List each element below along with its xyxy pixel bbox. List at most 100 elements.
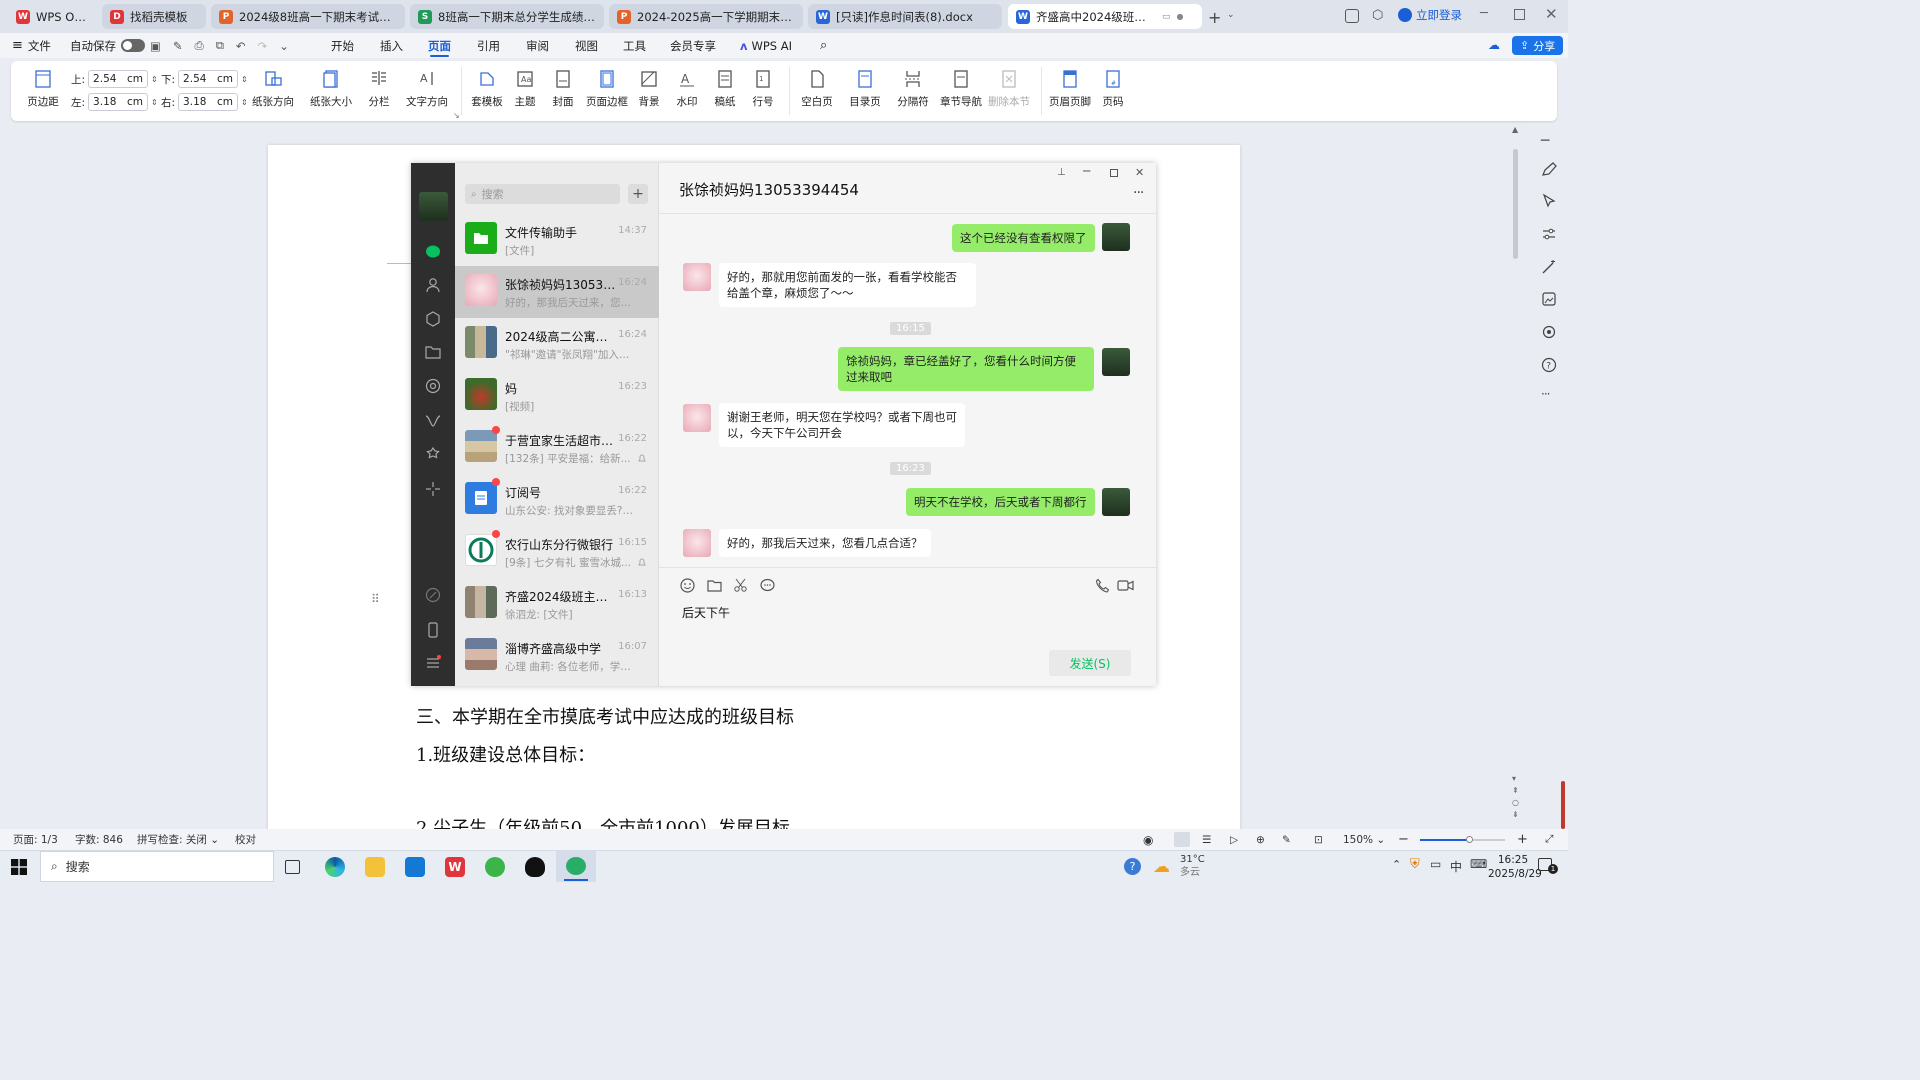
page-border-button[interactable]: 页面边框 (583, 69, 631, 115)
menu-view[interactable]: 视图 (575, 33, 598, 58)
zoom-in-icon[interactable]: + (1517, 832, 1528, 847)
conversation-item[interactable]: 于营宜家生活超市优惠群 16:22 [132条] 平安是福：给新... (455, 422, 659, 474)
contact-avatar[interactable] (683, 529, 711, 557)
conversation-item[interactable]: 订阅号 16:22 山东公安: 找对象要显丢? 基... (455, 474, 659, 526)
text-direction-button[interactable]: A 文字方向 (403, 69, 451, 115)
menu-page[interactable]: 页面 (428, 33, 451, 58)
my-avatar[interactable] (1102, 488, 1130, 516)
link-icon[interactable] (425, 587, 441, 603)
my-avatar[interactable] (1102, 223, 1130, 251)
tray-shield-icon[interactable]: ⛨ (1410, 857, 1420, 872)
close-icon[interactable]: ✕ (1545, 5, 1558, 23)
more-icon[interactable]: ··· (1541, 387, 1557, 403)
tray-chevron-icon[interactable]: ⌃ (1392, 858, 1401, 871)
redo-icon[interactable]: ↷ (258, 39, 268, 53)
select-cursor-icon[interactable] (1541, 193, 1557, 209)
zoom-select[interactable]: 150% ⌄ (1343, 834, 1385, 846)
menu-review[interactable]: 审阅 (526, 33, 549, 58)
outline-view-icon[interactable]: ☰ (1202, 834, 1211, 846)
phone-icon[interactable] (425, 622, 441, 638)
wechat-taskbar-active[interactable] (556, 851, 596, 882)
tab-ppt-analysis[interactable]: P 2024级8班高一下期末考试成绩分析 (211, 4, 405, 29)
margins-button[interactable]: 页边距 (19, 69, 67, 115)
columns-button[interactable]: 分栏 (355, 69, 403, 115)
menu-insert[interactable]: 插入 (380, 33, 403, 58)
send-button[interactable]: 发送(S) (1049, 650, 1131, 676)
pin-icon[interactable]: ⊥ (1057, 167, 1066, 178)
window-mode-icon[interactable] (1345, 9, 1359, 23)
browser-icon[interactable] (485, 857, 505, 877)
channels-icon[interactable] (425, 413, 441, 429)
conversation-item[interactable]: 张馀祯妈妈13053394454 16:24 好的，那我后天过来，您看几点合适？ (455, 266, 659, 318)
windows-start-icon[interactable] (11, 859, 27, 875)
margin-right-input[interactable]: 3.18 cm (178, 93, 239, 111)
ime-mode-icon[interactable]: ⌨ (1470, 857, 1487, 871)
page-nav-icons[interactable]: ▾ ⇞ ○ ⇟ (1512, 773, 1519, 821)
chevron-down-icon[interactable]: ⌄ (1227, 10, 1235, 20)
adjust-icon[interactable] (1541, 226, 1557, 242)
stepper-icon[interactable]: ⇕ (151, 75, 158, 84)
toggle-switch[interactable] (121, 39, 145, 52)
outlook-icon[interactable] (405, 857, 425, 877)
scissors-icon[interactable] (733, 578, 748, 593)
page-count[interactable]: 页面: 1/3 (13, 832, 58, 847)
fit-page-icon[interactable]: ⊡ (1314, 834, 1323, 846)
menu-tools[interactable]: 工具 (623, 33, 646, 58)
web-view-icon[interactable]: ⊕ (1256, 834, 1265, 846)
tab-docx-plan[interactable]: W 齐盛高中2024级班主任工作计 ▭ ● (1008, 4, 1202, 29)
wps-taskbar-icon[interactable]: W (445, 857, 465, 877)
menu-references[interactable]: 引用 (477, 33, 500, 58)
cube-icon[interactable]: ⬡ (1372, 8, 1383, 23)
cloud-upload-icon[interactable]: ☁ (1488, 38, 1500, 52)
minimize-icon[interactable]: ─ (1480, 6, 1488, 21)
margin-bottom-input[interactable]: 2.54 cm (178, 70, 239, 88)
orientation-button[interactable]: 纸张方向 (249, 69, 297, 115)
break-button[interactable]: 分隔符 (889, 69, 937, 115)
folder-icon[interactable] (425, 344, 441, 360)
blank-page-button[interactable]: 空白页 (793, 69, 841, 115)
mini-programs-icon[interactable] (425, 481, 441, 497)
favorites-icon[interactable] (425, 311, 441, 327)
line-number-button[interactable]: 1 行号 (739, 69, 787, 115)
autosave-toggle[interactable]: 自动保存 (70, 33, 145, 58)
format-painter-icon[interactable]: ✎ (173, 39, 183, 53)
search-discover-icon[interactable] (425, 447, 441, 463)
page-view-icon[interactable] (1174, 832, 1190, 847)
emoji-icon[interactable] (680, 578, 695, 593)
share-button[interactable]: ⇪ 分享 (1512, 36, 1564, 55)
tab-wps-office[interactable]: W WPS Office (8, 4, 98, 29)
moments-icon[interactable] (425, 378, 441, 394)
minimize-icon[interactable]: ─ (1083, 164, 1090, 178)
avatar[interactable] (419, 192, 448, 221)
dialog-launcher-icon[interactable]: ↘ (453, 111, 460, 120)
magic-wand-icon[interactable] (1541, 259, 1557, 275)
paper-size-button[interactable]: 纸张大小 (307, 69, 355, 115)
stepper-icon[interactable]: ⇕ (241, 98, 248, 107)
clock[interactable]: 16:25 2025/8/29 (1488, 853, 1542, 881)
save-icon[interactable]: ▣ (150, 39, 161, 53)
stepper-icon[interactable]: ⇕ (151, 98, 158, 107)
margin-top-input[interactable]: 2.54 cm (88, 70, 149, 88)
image-tool-icon[interactable] (1541, 291, 1557, 307)
more-options-icon[interactable]: ··· (1133, 185, 1144, 201)
delete-section-button[interactable]: 删除本节 (985, 69, 1033, 115)
wechat-search-input[interactable]: ⌕ 搜索 (465, 184, 620, 204)
collapse-icon[interactable]: ─ (1541, 133, 1557, 149)
file-folder-icon[interactable] (707, 578, 722, 593)
my-avatar[interactable] (1102, 348, 1130, 376)
print-preview-icon[interactable]: ⧉ (216, 38, 224, 53)
weather-icon[interactable]: ☁ (1153, 857, 1170, 877)
drag-handle-icon[interactable]: ⠿ (371, 592, 380, 606)
conversation-item[interactable]: 农行山东分行微银行 16:15 [9条] 七夕有礼 蜜雪冰城... (455, 526, 659, 578)
zoom-slider[interactable] (1420, 836, 1505, 843)
more-chevron-icon[interactable]: ⌄ (279, 39, 289, 53)
close-icon[interactable]: ✕ (1135, 166, 1144, 179)
file-explorer-icon[interactable] (365, 857, 385, 877)
ime-indicator[interactable]: 中 (1450, 858, 1462, 875)
header-footer-button[interactable]: 页眉页脚 (1046, 69, 1094, 115)
page-number-button[interactable]: # 页码 (1089, 69, 1137, 115)
voice-call-icon[interactable] (1095, 578, 1110, 593)
tab-docx-schedule[interactable]: W [只读]作息时间表(8).docx (808, 4, 1002, 29)
stepper-icon[interactable]: ⇕ (241, 75, 248, 84)
contact-avatar[interactable] (683, 404, 711, 432)
